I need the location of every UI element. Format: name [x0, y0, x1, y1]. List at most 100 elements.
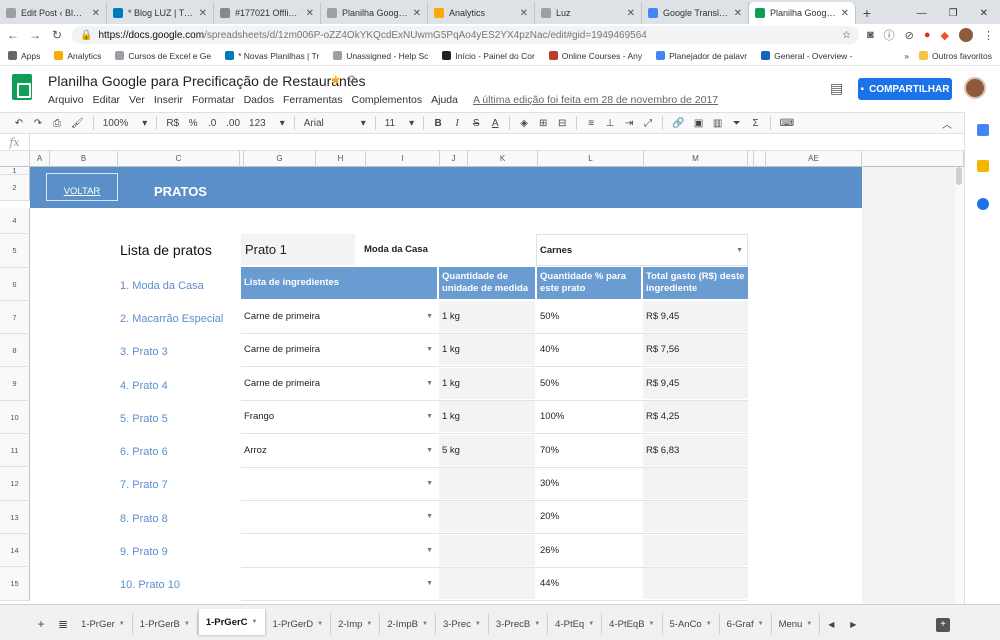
- extension-red-icon[interactable]: ●: [924, 29, 931, 41]
- move-to-folder-icon[interactable]: ⟳: [348, 73, 357, 86]
- tab-close-icon[interactable]: ✕: [841, 8, 849, 19]
- menu-editar[interactable]: Editar: [93, 94, 120, 106]
- scroll-tabs-left-icon[interactable]: ◀: [820, 613, 842, 635]
- dropdown-arrow-icon[interactable]: ▼: [426, 413, 433, 420]
- sheet-tab[interactable]: 1-PrGerC ▼: [197, 609, 266, 635]
- row-header[interactable]: 11: [0, 434, 30, 467]
- menu-inserir[interactable]: Inserir: [154, 94, 183, 106]
- row-header[interactable]: 8: [0, 334, 30, 367]
- maximize-icon[interactable]: ❐: [949, 8, 958, 19]
- sheet-tab[interactable]: 1-PrGerB ▼: [133, 613, 198, 635]
- tab-close-icon[interactable]: ✕: [199, 8, 207, 19]
- row-header[interactable]: 7: [0, 301, 30, 334]
- pct-qty-cell[interactable]: 40%: [537, 334, 641, 367]
- dish-link-1[interactable]: 1. Moda da Casa: [120, 280, 204, 292]
- pct-qty-cell[interactable]: 20%: [537, 501, 641, 534]
- browser-tab[interactable]: Edit Post ‹ Blog LU ✕: [0, 2, 107, 24]
- ingredient-cell[interactable]: ▼: [241, 535, 437, 567]
- input-tools-icon[interactable]: ⌨: [780, 118, 794, 129]
- column-header-g[interactable]: G: [244, 151, 316, 167]
- merge-cells-icon[interactable]: ⊟: [557, 118, 567, 129]
- sheet-tab-menu-icon[interactable]: ▼: [119, 621, 125, 627]
- keep-icon[interactable]: [977, 160, 989, 172]
- sheet-tab[interactable]: 5-AnCo ▼: [663, 613, 720, 635]
- ingredient-cell[interactable]: ▼: [241, 568, 437, 601]
- ingredient-cell[interactable]: Frango ▼: [241, 401, 437, 434]
- collapse-menus-icon[interactable]: ︿: [942, 116, 952, 131]
- calendar-icon[interactable]: [977, 124, 989, 136]
- column-header-k[interactable]: K: [468, 151, 538, 167]
- column-header-h[interactable]: H: [316, 151, 366, 167]
- menu-formatar[interactable]: Formatar: [192, 94, 235, 106]
- sheet-tab-menu-icon[interactable]: ▼: [422, 621, 428, 627]
- minimize-icon[interactable]: —: [917, 8, 927, 19]
- total-cell[interactable]: R$ 7,56: [643, 334, 748, 367]
- number-format-select[interactable]: 123 ▾: [249, 118, 285, 129]
- row-header[interactable]: 4: [0, 208, 30, 234]
- percent-format-button[interactable]: %: [188, 118, 198, 129]
- row-header[interactable]: 12: [0, 467, 30, 501]
- pct-qty-cell[interactable]: 50%: [537, 301, 641, 333]
- ingredient-cell[interactable]: Arroz ▼: [241, 435, 437, 467]
- row-header[interactable]: 2: [0, 175, 30, 201]
- total-cell[interactable]: [643, 568, 748, 601]
- total-cell[interactable]: R$ 6,83: [643, 434, 748, 467]
- sheet-tab-menu-icon[interactable]: ▼: [706, 621, 712, 627]
- column-header-l[interactable]: L: [538, 151, 644, 167]
- dropdown-arrow-icon[interactable]: ▼: [426, 313, 433, 320]
- dish-link-4[interactable]: 4. Prato 4: [120, 380, 168, 392]
- sheet-tab[interactable]: Menu ▼: [772, 613, 821, 635]
- sheet-tab[interactable]: 1-PrGerD ▼: [266, 613, 332, 635]
- strikethrough-button[interactable]: S: [471, 118, 481, 129]
- profile-avatar-small[interactable]: [959, 28, 973, 42]
- row-header[interactable]: 13: [0, 501, 30, 534]
- browser-tab[interactable]: Luz ✕: [535, 2, 642, 24]
- ingredient-cell[interactable]: Carne de primeira ▼: [241, 368, 437, 400]
- selected-dish-label[interactable]: Prato 1: [241, 234, 355, 266]
- functions-icon[interactable]: Σ: [751, 118, 761, 129]
- new-tab-icon[interactable]: +: [856, 2, 878, 24]
- voltar-link[interactable]: VOLTAR: [46, 173, 118, 201]
- url-bar[interactable]: 🔒 https://docs.google.com/spreadsheets/d…: [72, 26, 859, 44]
- bookmark-star-icon[interactable]: ☆: [842, 30, 851, 41]
- unit-qty-cell[interactable]: [439, 568, 535, 601]
- horizontal-align-icon[interactable]: ≡: [586, 118, 596, 129]
- menu-dados[interactable]: Dados: [244, 94, 274, 106]
- sheet-tab-menu-icon[interactable]: ▼: [588, 621, 594, 627]
- menu-complementos[interactable]: Complementos: [351, 94, 422, 106]
- other-bookmarks[interactable]: Outros favoritos: [919, 51, 992, 61]
- tab-close-icon[interactable]: ✕: [627, 8, 635, 19]
- sheets-logo-icon[interactable]: [12, 74, 32, 100]
- browser-tab[interactable]: Google Translate ✕: [642, 2, 749, 24]
- sheet-tab-menu-icon[interactable]: ▼: [366, 621, 372, 627]
- select-all-corner[interactable]: [0, 151, 30, 167]
- decrease-decimals-button[interactable]: .0: [207, 118, 217, 129]
- column-header-a[interactable]: A: [30, 151, 50, 167]
- pct-qty-cell[interactable]: 30%: [537, 468, 641, 500]
- user-avatar[interactable]: [964, 77, 986, 99]
- insert-comment-icon[interactable]: ▣: [694, 118, 704, 129]
- sheet-tab[interactable]: 2-Imp ▼: [331, 613, 381, 635]
- zoom-select[interactable]: 100% ▾: [103, 118, 148, 129]
- sheet-tab[interactable]: 3-Prec ▼: [436, 613, 489, 635]
- dish-link-8[interactable]: 8. Prato 8: [120, 513, 168, 525]
- ingredient-cell[interactable]: Carne de primeira ▼: [241, 334, 437, 367]
- pct-qty-cell[interactable]: 50%: [537, 368, 641, 400]
- info-icon[interactable]: ⓘ: [884, 27, 895, 43]
- column-header-c[interactable]: C: [118, 151, 240, 167]
- row-header[interactable]: 14: [0, 534, 30, 567]
- category-select[interactable]: Carnes ▼: [536, 234, 748, 266]
- tab-close-icon[interactable]: ✕: [520, 8, 528, 19]
- text-rotation-icon[interactable]: ⤢: [643, 118, 653, 129]
- total-cell[interactable]: [643, 501, 748, 534]
- block-icon[interactable]: ⊘: [905, 29, 914, 42]
- hidden-columns-marker[interactable]: [862, 151, 964, 167]
- sheet-tab[interactable]: 1-PrGer ▼: [74, 613, 133, 635]
- fill-color-icon[interactable]: ◈: [519, 118, 529, 129]
- unit-qty-cell[interactable]: 1 kg: [439, 367, 535, 400]
- hidden-columns-marker[interactable]: [754, 151, 766, 167]
- bookmark-item[interactable]: General - Overview -: [761, 51, 853, 61]
- unit-qty-cell[interactable]: [439, 468, 535, 500]
- filter-icon[interactable]: ⏷: [732, 118, 742, 129]
- browser-tab[interactable]: Analytics ✕: [428, 2, 535, 24]
